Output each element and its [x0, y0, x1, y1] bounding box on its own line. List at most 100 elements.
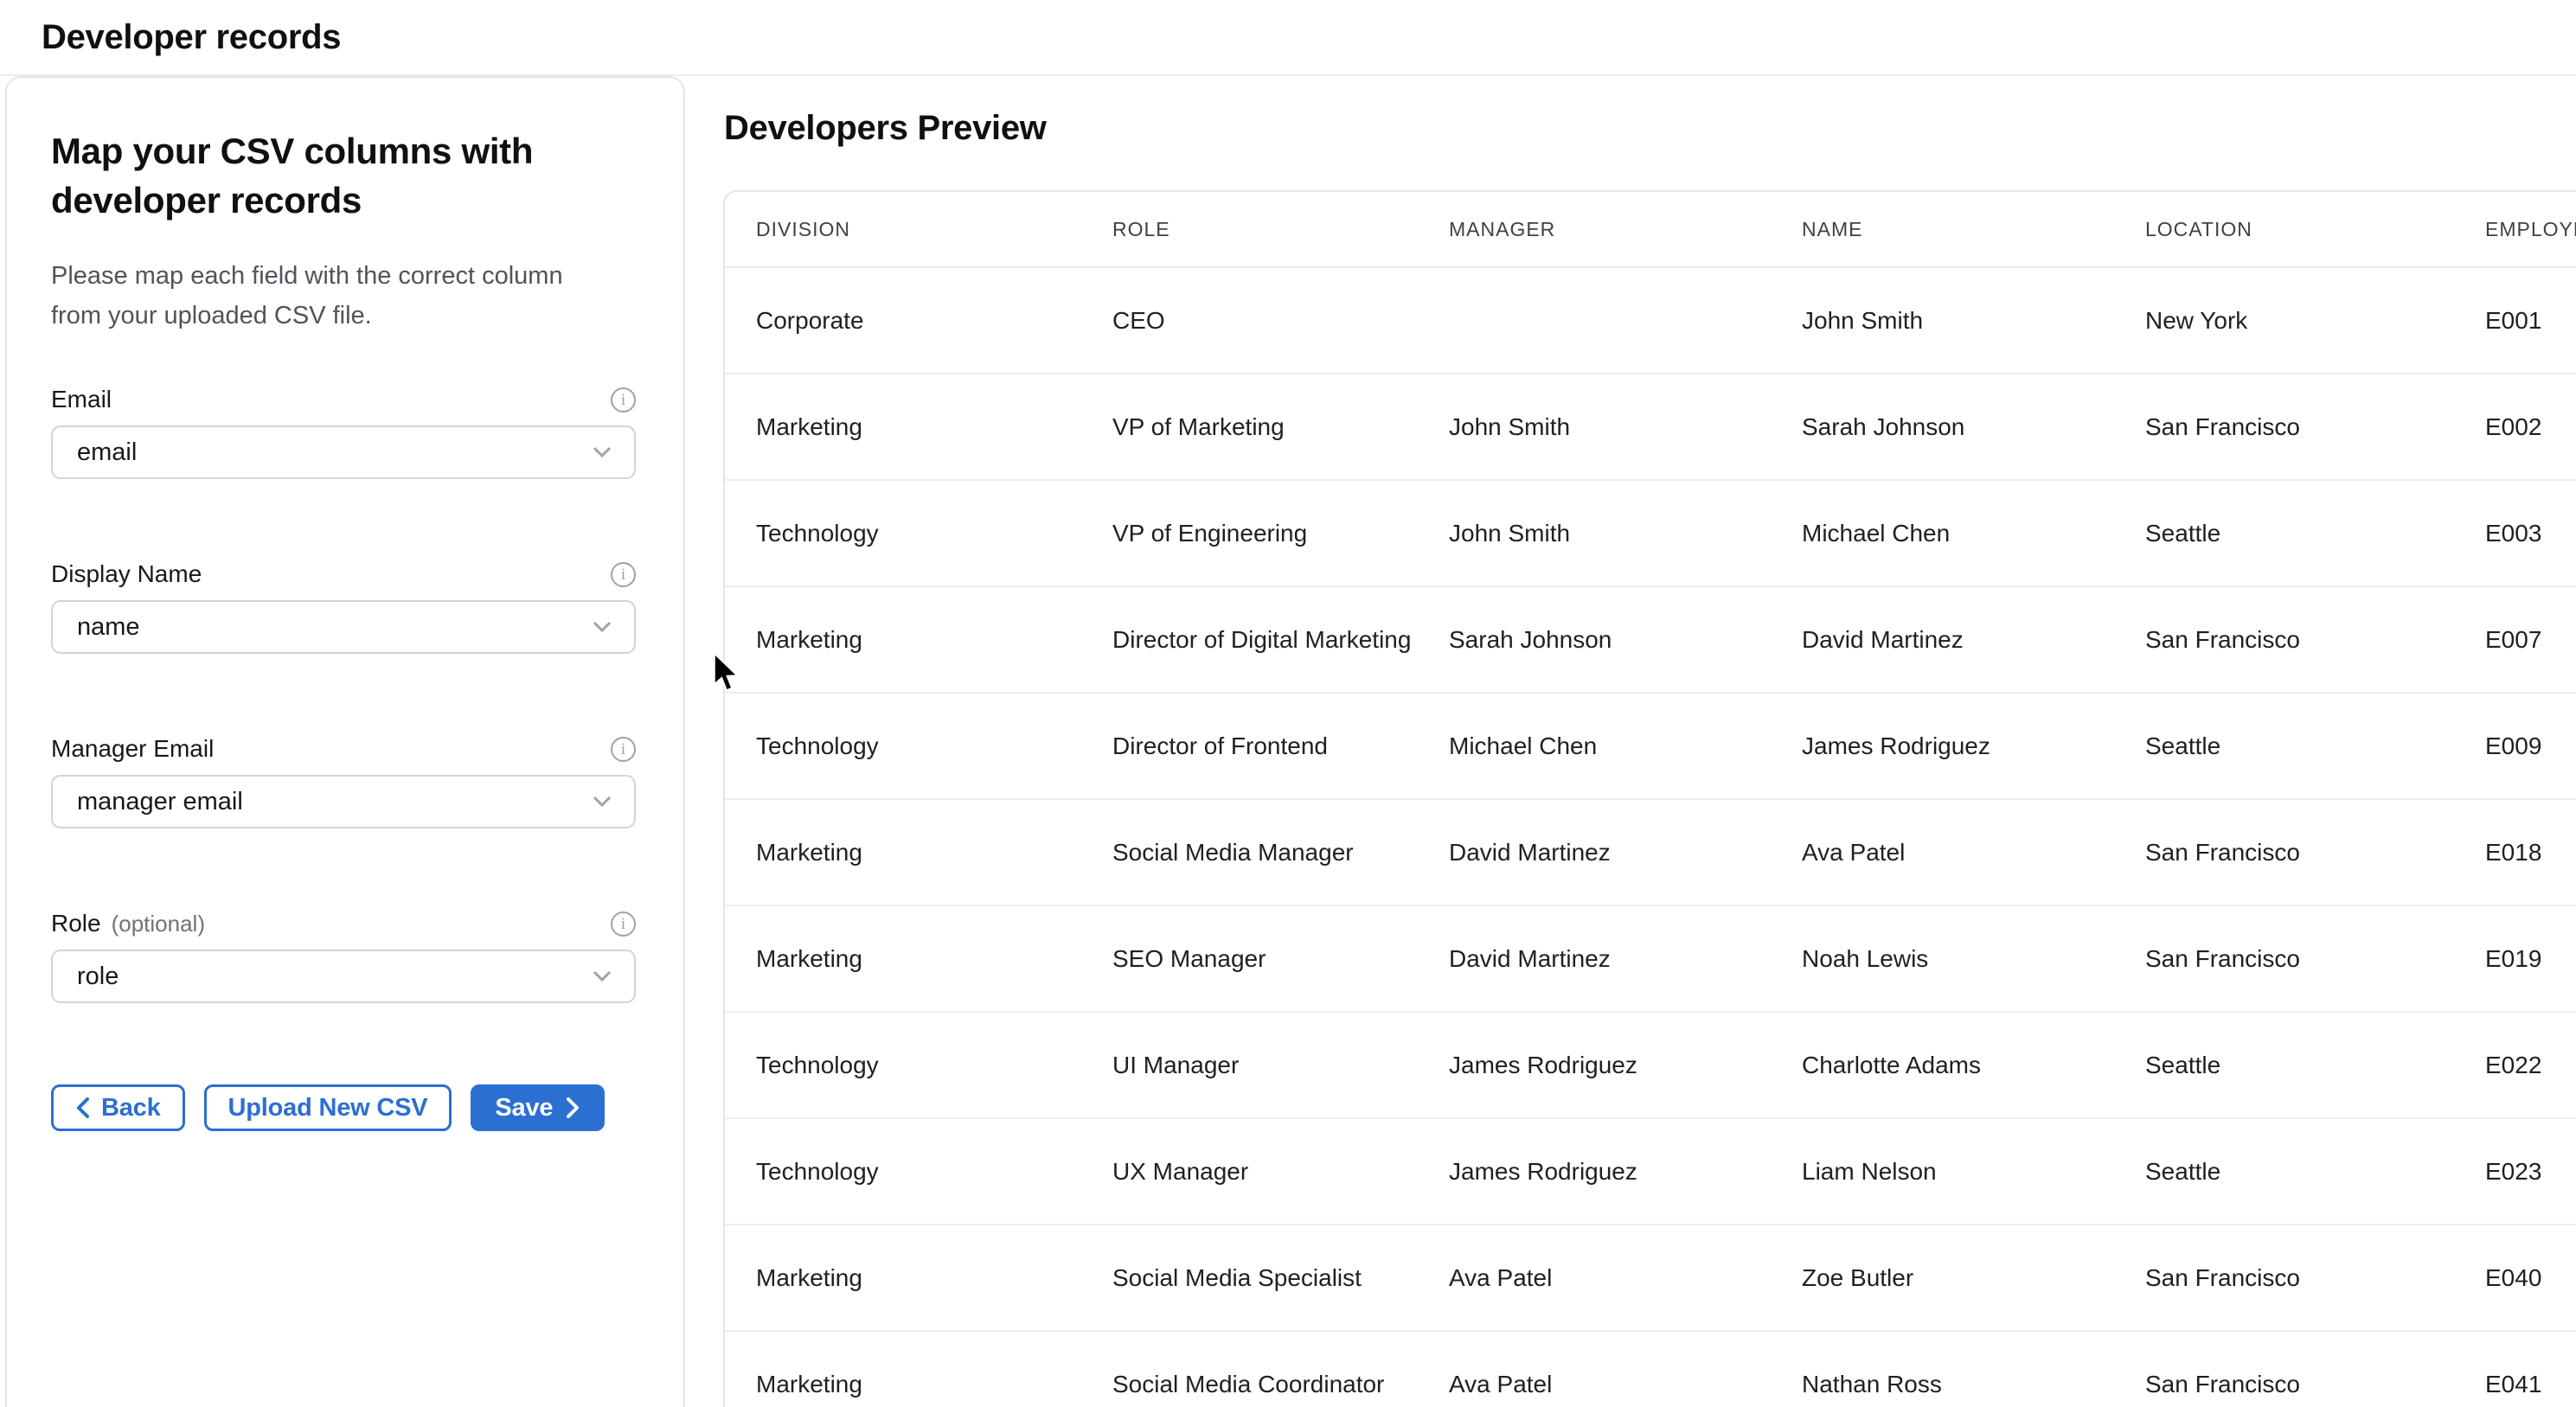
table-cell: Charlotte Adams — [1771, 1052, 2114, 1079]
table-row: MarketingSocial Media ManagerDavid Marti… — [725, 800, 2576, 906]
table-cell: Marketing — [725, 626, 1081, 654]
table-cell: San Francisco — [2114, 413, 2454, 441]
mapping-field: Email i email — [51, 386, 635, 479]
back-button[interactable]: Back — [51, 1084, 185, 1131]
developers-table: DivisionRoleManagerNameLocationEmployee … — [723, 190, 2576, 1407]
table-cell: E007 — [2454, 626, 2576, 654]
table-cell: Zoe Butler — [1771, 1264, 2114, 1292]
column-select[interactable]: email — [51, 425, 636, 479]
page-title: Developer records — [42, 18, 341, 57]
table-cell: Seattle — [2114, 732, 2454, 760]
table-cell: Sarah Johnson — [1771, 413, 2114, 441]
table-cell: Seattle — [2114, 1158, 2454, 1186]
table-cell: E041 — [2454, 1371, 2576, 1398]
preview-title: Developers Preview — [724, 109, 1047, 148]
chevron-left-icon — [75, 1097, 90, 1119]
panel-actions: Back Upload New CSV Save — [51, 1084, 635, 1131]
table-cell: E018 — [2454, 839, 2576, 867]
table-cell: E019 — [2454, 945, 2576, 973]
table-cell: Ava Patel — [1418, 1371, 1771, 1398]
back-button-label: Back — [101, 1094, 161, 1122]
chevron-down-icon — [593, 796, 612, 808]
table-header-row: DivisionRoleManagerNameLocationEmployee … — [725, 192, 2576, 268]
info-icon[interactable]: i — [611, 911, 636, 937]
info-icon[interactable]: i — [611, 562, 636, 587]
column-header: Employee ID — [2454, 218, 2576, 241]
column-select[interactable]: role — [51, 950, 636, 1003]
column-header: Role — [1081, 218, 1418, 241]
save-button-label: Save — [495, 1094, 553, 1122]
table-cell: Marketing — [725, 1264, 1081, 1292]
table-row: TechnologyDirector of FrontendMichael Ch… — [725, 694, 2576, 800]
column-select[interactable]: name — [51, 600, 636, 654]
mapping-field: Manager Email i manager email — [51, 735, 635, 828]
column-header: Location — [2114, 218, 2454, 241]
table-cell: Marketing — [725, 413, 1081, 441]
table-cell: New York — [2114, 307, 2454, 335]
table-cell: Noah Lewis — [1771, 945, 2114, 973]
table-cell: John Smith — [1771, 307, 2114, 335]
field-label: Email — [51, 386, 112, 413]
chevron-right-icon — [566, 1097, 580, 1119]
table-cell: San Francisco — [2114, 1264, 2454, 1292]
table-cell: E002 — [2454, 413, 2576, 441]
select-value: role — [77, 963, 119, 991]
table-cell: Technology — [725, 520, 1081, 547]
table-cell: E001 — [2454, 307, 2576, 335]
table-cell: SEO Manager — [1081, 945, 1418, 973]
column-header: Division — [725, 218, 1081, 241]
table-cell: John Smith — [1418, 413, 1771, 441]
table-cell: VP of Marketing — [1081, 413, 1418, 441]
table-cell: E003 — [2454, 520, 2576, 547]
save-button[interactable]: Save — [471, 1084, 605, 1131]
table-cell: Michael Chen — [1418, 732, 1771, 760]
upload-new-csv-button[interactable]: Upload New CSV — [204, 1084, 452, 1131]
table-cell: David Martinez — [1418, 945, 1771, 973]
table-cell: Sarah Johnson — [1418, 626, 1771, 654]
mapping-fields: Email i email Display Name i name Manage… — [51, 386, 635, 1003]
table-row: TechnologyUX ManagerJames RodriguezLiam … — [725, 1119, 2576, 1225]
table-cell: Director of Frontend — [1081, 732, 1418, 760]
info-icon[interactable]: i — [611, 387, 636, 413]
table-row: TechnologyUI ManagerJames RodriguezCharl… — [725, 1013, 2576, 1119]
table-cell: John Smith — [1418, 520, 1771, 547]
table-cell: Social Media Manager — [1081, 839, 1418, 867]
table-row: MarketingVP of MarketingJohn SmithSarah … — [725, 374, 2576, 481]
table-cell: San Francisco — [2114, 839, 2454, 867]
table-row: CorporateCEOJohn SmithNew YorkE001 — [725, 268, 2576, 374]
table-cell: E040 — [2454, 1264, 2576, 1292]
table-cell: E009 — [2454, 732, 2576, 760]
table-cell: Seattle — [2114, 1052, 2454, 1079]
upload-button-label: Upload New CSV — [228, 1094, 428, 1122]
table-row: TechnologyVP of EngineeringJohn SmithMic… — [725, 481, 2576, 587]
table-cell: Liam Nelson — [1771, 1158, 2114, 1186]
table-cell: James Rodriguez — [1418, 1158, 1771, 1186]
chevron-down-icon — [593, 446, 612, 458]
csv-mapping-panel: Map your CSV columns with developer reco… — [5, 76, 685, 1407]
table-cell: David Martinez — [1771, 626, 2114, 654]
info-icon[interactable]: i — [611, 737, 636, 762]
select-value: email — [77, 438, 137, 467]
top-bar: Developer records — [0, 0, 2576, 76]
table-cell: San Francisco — [2114, 1371, 2454, 1398]
table-cell: E022 — [2454, 1052, 2576, 1079]
app-window: Developer records Map your CSV columns w… — [0, 0, 2576, 1407]
table-cell: Seattle — [2114, 520, 2454, 547]
table-cell: Michael Chen — [1771, 520, 2114, 547]
field-label: Role — [51, 910, 101, 937]
column-header: Manager — [1418, 218, 1771, 241]
column-select[interactable]: manager email — [51, 775, 636, 828]
table-cell: Technology — [725, 1052, 1081, 1079]
table-body: CorporateCEOJohn SmithNew YorkE001Market… — [725, 268, 2576, 1407]
chevron-down-icon — [593, 970, 612, 982]
field-label: Display Name — [51, 560, 202, 588]
select-value: name — [77, 613, 140, 642]
panel-description: Please map each field with the correct c… — [51, 256, 605, 336]
table-row: MarketingSocial Media CoordinatorAva Pat… — [725, 1332, 2576, 1407]
table-cell: Ava Patel — [1771, 839, 2114, 867]
preview-section: Developers Preview DivisionRoleManagerNa… — [689, 76, 2576, 1407]
chevron-down-icon — [593, 621, 612, 633]
table-cell: Director of Digital Marketing — [1081, 626, 1418, 654]
table-row: MarketingSEO ManagerDavid MartinezNoah L… — [725, 906, 2576, 1013]
panel-heading: Map your CSV columns with developer reco… — [51, 126, 544, 225]
